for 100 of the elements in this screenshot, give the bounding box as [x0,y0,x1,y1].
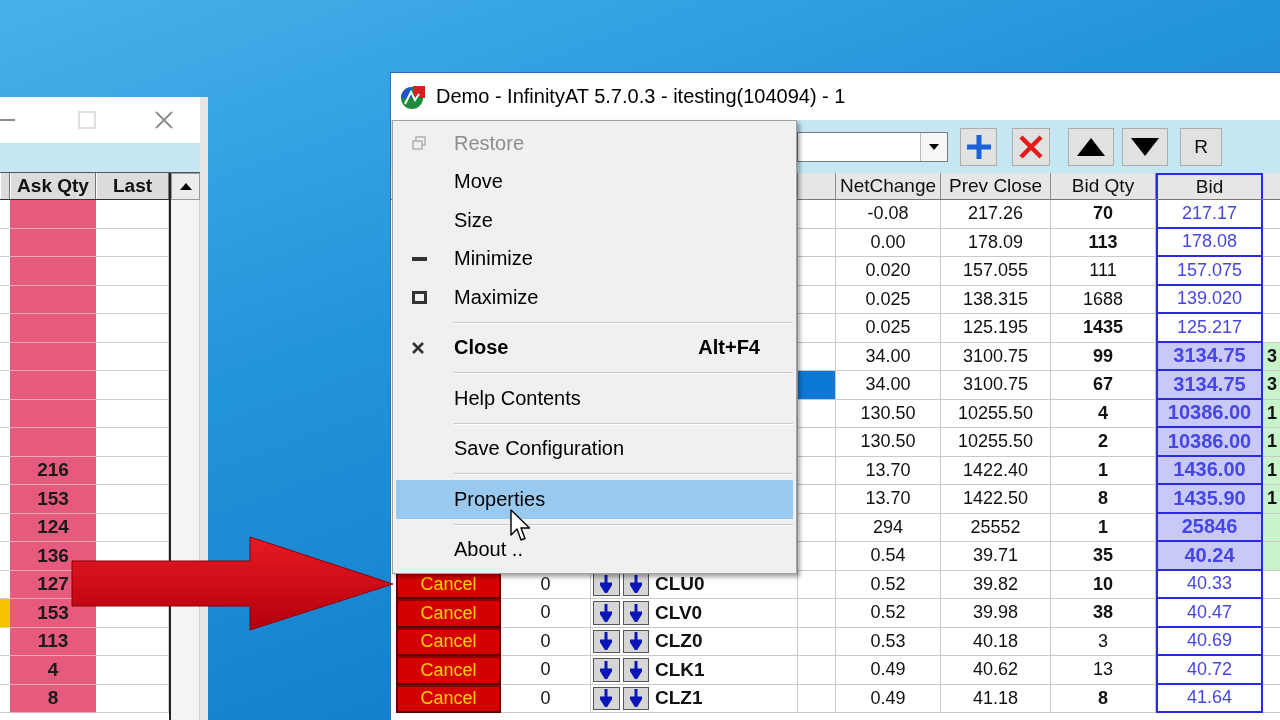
column-header[interactable]: Ask Qty [10,173,96,199]
table-cell: 0.025 [836,285,941,314]
menu-item[interactable]: Minimize [396,239,793,278]
down-arrow-button[interactable] [622,572,649,596]
row-selector-cell[interactable] [798,542,836,571]
table-cell: 3 [1263,342,1280,371]
arrow-down-icon [600,689,613,708]
menu-item[interactable]: Close Alt+F4 [396,328,793,367]
down-arrow-button[interactable] [593,686,620,710]
menu-item[interactable]: Size [396,201,793,240]
row-selector-cell[interactable] [798,627,836,656]
table-cell: 136 [10,542,96,571]
row-selector-cell[interactable] [798,285,836,314]
arrow-down-icon [629,575,642,594]
row-selector-cell[interactable] [798,513,836,542]
table-cell: 34.00 [836,371,941,400]
table-cell: 4 [1051,399,1156,428]
table-cell: 0.49 [836,656,941,685]
row-selector-cell[interactable] [798,399,836,428]
cancel-button[interactable]: Cancel [396,656,501,685]
caret-down-icon [929,143,939,150]
table-cell: 111 [1051,257,1156,286]
minimize-icon [0,119,15,121]
table-cell: 25846 [1156,513,1263,542]
table-cell: 1 [1263,456,1280,485]
table-cell: 138.315 [941,285,1051,314]
menu-item[interactable]: Move [396,162,793,201]
row-selector-cell[interactable] [798,428,836,457]
table-cell: 0.54 [836,542,941,571]
table-cell: 217.26 [941,200,1051,229]
table-cell: 178.08 [1156,228,1263,257]
row-selector-cell[interactable] [798,257,836,286]
menu-item[interactable]: Maximize [396,278,793,317]
table-cell: 124 [10,513,96,542]
menu-item[interactable]: Save Configuration [396,429,793,468]
column-header[interactable]: Prev Close [941,173,1051,199]
row-selector-cell[interactable] [798,684,836,713]
column-header[interactable] [798,173,836,199]
down-arrow-button[interactable] [622,686,649,710]
maximize-icon [412,290,427,304]
down-arrow-button[interactable] [622,658,649,682]
arrow-down-icon [600,575,613,594]
row-selector-cell[interactable] [798,485,836,514]
row-selector-cell[interactable] [798,371,836,400]
column-header[interactable]: NetChange [836,173,941,199]
table-cell: 8 [10,684,96,713]
table-cell: 294 [836,513,941,542]
row-selector-cell[interactable] [798,200,836,229]
table-cell: 3 [1263,371,1280,400]
row-selector-cell[interactable] [798,314,836,343]
menu-item[interactable]: Help Contents [396,379,793,418]
arrow-down-icon [600,603,613,622]
dropdown-field[interactable] [797,131,948,162]
down-arrow-button[interactable] [593,601,620,625]
table-cell: 1 [1263,428,1280,457]
text-button[interactable]: R [1180,127,1222,166]
mouse-pointer-icon [510,509,531,541]
cancel-button[interactable]: Cancel [396,684,501,713]
column-header[interactable]: Bid Qty [1051,173,1156,199]
menu-item[interactable]: Properties [396,480,793,519]
table-cell: 139.020 [1156,285,1263,314]
row-selector-cell[interactable] [798,228,836,257]
move-down-button[interactable] [1122,127,1168,166]
down-arrow-button[interactable] [593,658,620,682]
cancel-button[interactable]: Cancel [396,599,501,628]
row-selector-cell[interactable] [798,656,836,685]
triangle-up-icon [179,183,192,190]
table-cell: 39.98 [941,599,1051,628]
table-cell: 1436.00 [1156,456,1263,485]
table-cell: 3134.75 [1156,371,1263,400]
down-arrow-button[interactable] [622,601,649,625]
table-cell: 41.18 [941,684,1051,713]
arrow-down-icon [629,603,642,622]
row-selector-cell[interactable] [798,599,836,628]
table-cell: 1688 [1051,285,1156,314]
down-arrow-button[interactable] [593,629,620,653]
scroll-up-button[interactable] [171,173,200,200]
table-cell: 40.69 [1156,627,1263,656]
menu-item[interactable]: About .. [396,530,793,569]
table-cell: 10255.50 [941,399,1051,428]
arrow-down-icon [600,660,613,679]
table-cell: 178.09 [941,228,1051,257]
table-cell: 40.18 [941,627,1051,656]
window-title: Demo - InfinityAT 5.7.0.3 - itesting(104094) - 1 [436,85,846,108]
column-header[interactable]: Last [96,173,169,199]
row-selector-cell[interactable] [798,342,836,371]
app-logo-icon [399,83,427,110]
down-arrow-button[interactable] [622,629,649,653]
row-selector-cell[interactable] [798,456,836,485]
cancel-button[interactable]: Cancel [396,627,501,656]
row-selector-cell[interactable] [798,570,836,599]
table-cell: 0 [501,656,591,685]
move-up-button[interactable] [1068,127,1114,166]
table-cell: 0.020 [836,257,941,286]
delete-button[interactable] [1012,127,1050,166]
add-button[interactable] [960,127,997,166]
column-header[interactable] [0,173,10,199]
down-arrow-button[interactable] [593,572,620,596]
arrow-down-icon [629,660,642,679]
column-header[interactable]: Bid [1156,173,1263,199]
